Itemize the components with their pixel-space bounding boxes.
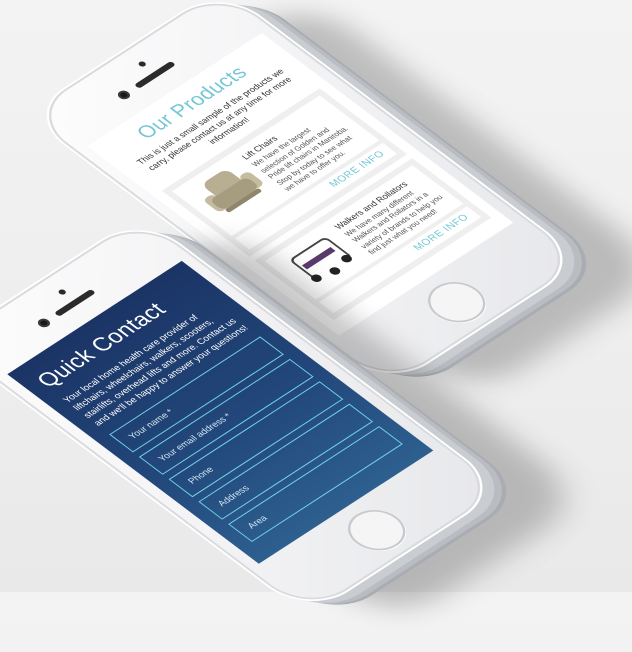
camera-icon	[35, 317, 53, 329]
sensor-icon	[57, 288, 68, 296]
camera-icon	[115, 89, 133, 101]
mockup-scene: { "products_screen": { "title": "Our Pro…	[0, 0, 632, 628]
home-button[interactable]	[336, 501, 418, 559]
sensor-icon	[137, 60, 148, 68]
home-button[interactable]	[416, 273, 498, 331]
